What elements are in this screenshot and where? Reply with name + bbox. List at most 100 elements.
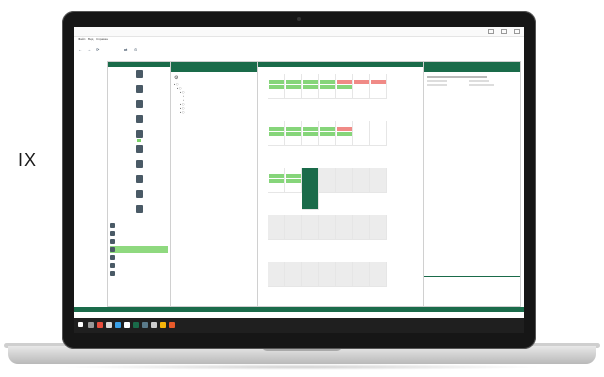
calendar-day-cell[interactable] [353,121,370,146]
calendar-day-cell[interactable] [336,121,353,146]
taskbar-app-icon[interactable] [97,322,103,328]
tree-node[interactable]: ▸ ▢ [174,83,178,86]
calendar-event[interactable] [286,85,301,89]
list-item[interactable] [110,230,168,237]
nav-item-1[interactable] [108,70,170,79]
calendar-day-cell[interactable] [285,74,302,99]
calendar-day-cell[interactable] [268,262,285,287]
calendar-event[interactable] [269,127,284,131]
calendar-day-cell[interactable] [268,168,285,193]
list-item[interactable] [110,222,168,229]
calendar-event[interactable] [337,132,352,136]
settings-icon[interactable]: ⚙ [174,75,178,81]
taskbar-app-icon[interactable] [142,322,148,328]
calendar-day-cell[interactable] [353,262,370,287]
search-icon[interactable] [88,322,94,328]
calendar-day-cell[interactable] [336,168,353,193]
tree-node[interactable]: ▸ ▢ [177,87,181,90]
calendar-day-cell[interactable] [370,215,387,240]
calendar-event[interactable] [269,174,284,178]
calendar-event[interactable] [320,132,335,136]
nav-item-6[interactable] [108,145,170,154]
calendar-day-cell[interactable] [285,168,302,193]
taskbar-app-icon[interactable] [169,322,175,328]
menu-file[interactable]: Файл [78,37,85,41]
calendar-event[interactable] [371,80,386,84]
start-icon[interactable] [78,322,83,327]
calendar-day-cell[interactable] [302,74,319,99]
forward-button[interactable]: → [87,45,91,53]
calendar-day-cell[interactable] [302,262,319,287]
calendar-day-cell[interactable] [370,74,387,99]
taskbar-app-icon[interactable] [160,322,166,328]
calendar-day-cell[interactable] [302,121,319,146]
nav-item-3[interactable] [108,100,170,109]
tree-node[interactable]: ▸ ▢ [180,91,184,94]
maximize-button[interactable] [501,29,507,34]
calendar-event[interactable] [303,127,318,131]
calendar-day-cell[interactable] [319,121,336,146]
calendar-event[interactable] [286,132,301,136]
calendar-day-cell[interactable] [302,168,319,210]
calendar-event[interactable] [337,127,352,131]
tree-node[interactable]: ▪ [183,99,184,102]
list-item[interactable] [110,262,168,269]
calendar-day-cell[interactable] [336,74,353,99]
calendar-day-cell[interactable] [336,262,353,287]
calendar-day-cell[interactable] [285,215,302,240]
calendar-day-cell[interactable] [319,215,336,240]
tree-node[interactable]: ▸ ▢ [180,107,184,110]
menu-help[interactable]: Справка [96,37,108,41]
list-item[interactable] [110,254,168,261]
refresh-button[interactable]: ⟳ [96,45,100,53]
calendar-event[interactable] [337,80,352,84]
list-item[interactable] [110,270,168,277]
close-button[interactable] [514,29,520,34]
calendar-event[interactable] [269,85,284,89]
calendar-day-cell[interactable] [268,215,285,240]
taskbar-app-icon[interactable] [151,322,157,328]
calendar-day-cell[interactable] [370,121,387,146]
back-button[interactable]: ← [78,45,82,53]
nav-item-8[interactable] [108,175,170,184]
taskbar-app-icon[interactable] [133,322,139,328]
nav-item-4[interactable] [108,115,170,124]
calendar-event[interactable] [320,85,335,89]
calendar-day-cell[interactable] [268,74,285,99]
sync-button[interactable]: ⇄ [124,45,127,53]
tree-node[interactable]: ▪ [183,95,184,98]
calendar-day-cell[interactable] [353,215,370,240]
calendar-event[interactable] [286,80,301,84]
nav-item-7[interactable] [108,160,170,169]
calendar-event[interactable] [303,85,318,89]
taskbar-app-icon[interactable] [124,322,130,328]
calendar-event[interactable] [286,127,301,131]
calendar-day-cell[interactable] [319,74,336,99]
nav-item-10[interactable] [108,205,170,214]
calendar-day-cell[interactable] [353,74,370,99]
calendar-event[interactable] [286,174,301,178]
calendar-day-cell[interactable] [285,121,302,146]
tree-node[interactable]: ▸ ▢ [180,111,184,114]
calendar-day-cell[interactable] [353,168,370,193]
taskbar-app-icon[interactable] [106,322,112,328]
nav-item-2[interactable] [108,85,170,94]
list-item-active[interactable] [110,246,168,253]
help-button[interactable]: ⊙ [134,45,137,53]
taskbar-app-icon[interactable] [115,322,121,328]
calendar-day-cell[interactable] [370,262,387,287]
nav-item-5[interactable] [108,130,170,142]
menu-view[interactable]: Вид [88,37,93,41]
calendar-event[interactable] [269,132,284,136]
calendar-event[interactable] [354,80,369,84]
tree-node[interactable]: ▸ ▢ [180,103,184,106]
calendar-day-cell[interactable] [319,262,336,287]
calendar-event[interactable] [286,179,301,183]
minimize-button[interactable] [488,29,494,34]
calendar-event[interactable] [269,80,284,84]
calendar-event[interactable] [320,80,335,84]
calendar-day-cell[interactable] [319,168,336,193]
calendar-event[interactable] [320,127,335,131]
calendar-day-cell[interactable] [302,215,319,240]
list-item[interactable] [110,238,168,245]
